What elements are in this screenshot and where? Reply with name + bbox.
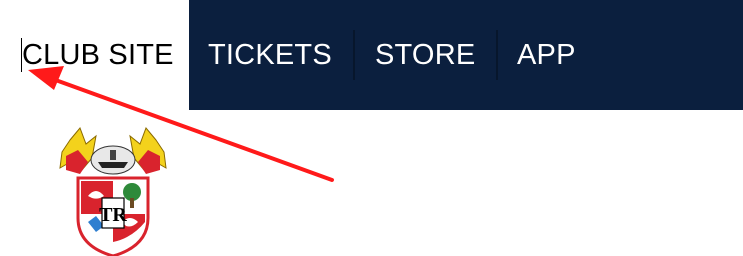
nav-divider <box>353 30 355 80</box>
crest-monogram: TR <box>99 204 127 226</box>
nav-divider <box>496 30 498 80</box>
nav-item-store[interactable]: STORE <box>375 0 475 110</box>
nav-item-tickets[interactable]: TICKETS <box>208 0 332 110</box>
club-crest-logo[interactable]: TR <box>52 126 174 256</box>
top-navigation-bar: CLUB SITE TICKETS STORE APP <box>0 0 743 110</box>
nav-item-club-site[interactable]: CLUB SITE <box>22 0 174 110</box>
text-cursor <box>21 38 22 72</box>
nav-item-app[interactable]: APP <box>517 0 576 110</box>
